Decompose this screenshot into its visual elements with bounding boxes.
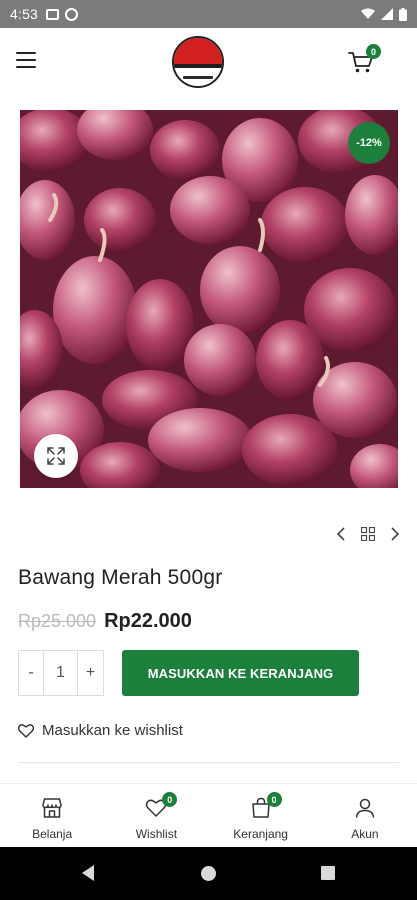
nav-label-keranjang: Keranjang — [233, 827, 288, 841]
store-logo[interactable] — [172, 36, 224, 88]
wishlist-label: Masukkan ke wishlist — [42, 722, 183, 739]
wifi-icon — [361, 8, 375, 19]
product-title: Bawang Merah 500gr — [18, 566, 223, 589]
app-header: 0 — [0, 28, 417, 94]
add-to-wishlist-link[interactable]: Masukkan ke wishlist — [18, 722, 183, 739]
nav-label-belanja: Belanja — [32, 827, 73, 841]
user-icon — [355, 798, 375, 818]
divider — [18, 762, 399, 763]
quantity-input[interactable]: 1 — [44, 651, 78, 695]
signal-icon — [381, 8, 393, 20]
nav-item-keranjang[interactable]: 0 Keranjang — [209, 784, 313, 847]
grid-icon[interactable] — [361, 527, 375, 541]
nav-item-wishlist[interactable]: 0 Wishlist — [104, 784, 208, 847]
system-navigation-bar — [0, 847, 417, 900]
nav-item-belanja[interactable]: Belanja — [0, 784, 104, 847]
cart-count-badge: 0 — [366, 44, 381, 59]
bottom-navigation: Belanja 0 Wishlist 0 Keranjang Akun — [0, 783, 417, 847]
hamburger-menu-icon[interactable] — [16, 52, 36, 68]
wishlist-count-badge: 0 — [162, 792, 178, 807]
store-icon — [42, 798, 62, 818]
recent-apps-icon[interactable] — [321, 866, 335, 880]
keranjang-count-badge: 0 — [266, 792, 282, 807]
heart-icon — [18, 723, 34, 738]
old-price: Rp25.000 — [18, 611, 97, 631]
nav-label-wishlist: Wishlist — [135, 827, 178, 841]
discount-badge: -12% — [348, 122, 390, 164]
battery-icon — [399, 7, 407, 21]
nav-label-akun: Akun — [351, 827, 379, 841]
gallery-notification-icon — [46, 8, 60, 20]
quantity-increase-button[interactable]: + — [78, 651, 103, 695]
quantity-decrease-button[interactable]: - — [19, 651, 44, 695]
status-time: 4:53 — [10, 6, 39, 22]
current-price: Rp22.000 — [104, 610, 192, 632]
chevron-right-icon[interactable] — [390, 526, 400, 542]
product-navigation — [336, 524, 400, 544]
expand-icon — [47, 447, 65, 465]
sync-notification-icon — [65, 7, 79, 21]
shallots-photo — [20, 110, 398, 488]
product-image[interactable]: -12% — [20, 110, 398, 488]
add-to-cart-button[interactable]: MASUKKAN KE KERANJANG — [122, 650, 359, 696]
cart-button[interactable]: 0 — [348, 44, 381, 76]
chevron-left-icon[interactable] — [336, 526, 346, 542]
price-row: Rp25.000 Rp22.000 — [18, 610, 192, 633]
back-icon[interactable] — [82, 865, 94, 881]
zoom-button[interactable] — [34, 434, 78, 478]
home-icon[interactable] — [201, 866, 216, 881]
nav-item-akun[interactable]: Akun — [313, 784, 417, 847]
status-bar: 4:53 — [0, 0, 417, 28]
quantity-stepper: - 1 + — [18, 650, 104, 696]
